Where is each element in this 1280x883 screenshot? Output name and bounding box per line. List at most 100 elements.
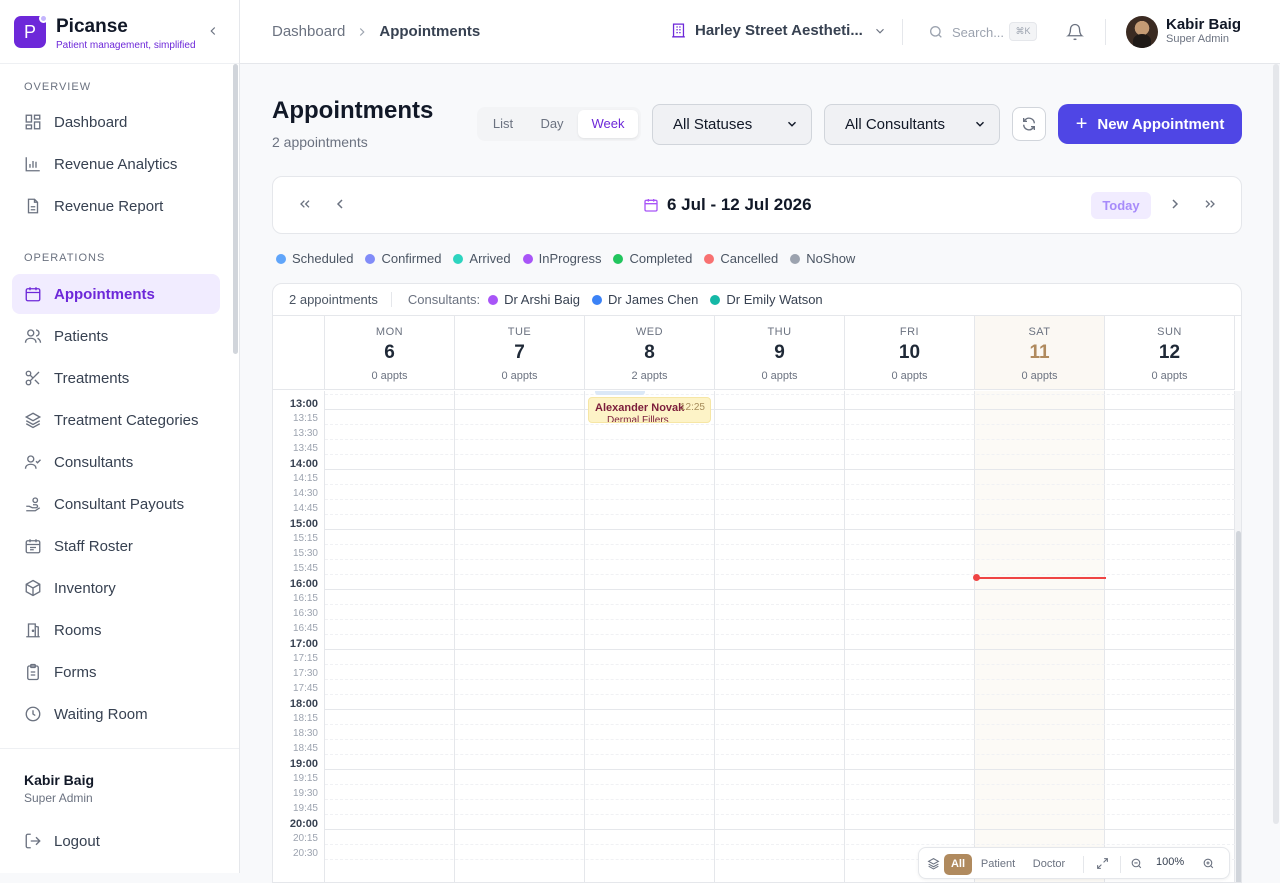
day-header-thu[interactable]: THU 9 0 appts: [715, 316, 845, 390]
new-appointment-button[interactable]: + New Appointment: [1058, 104, 1242, 144]
legend-label: Scheduled: [292, 251, 354, 266]
breadcrumb-dashboard[interactable]: Dashboard: [272, 23, 345, 40]
logout-label: Logout: [54, 832, 100, 850]
chevron-down-icon: [785, 117, 799, 131]
filter-all-pill[interactable]: All: [944, 854, 972, 875]
clipboard-icon: [27, 663, 39, 681]
day-header-wed[interactable]: WED 8 2 appts: [585, 316, 715, 390]
sidebar-item-inventory[interactable]: Inventory: [12, 568, 220, 608]
logout-button[interactable]: Logout: [12, 821, 220, 861]
view-week-tab[interactable]: Week: [578, 110, 638, 138]
consultant-filter-select[interactable]: All Consultants: [824, 104, 1000, 145]
time-label: 13:00: [289, 398, 318, 410]
time-grid[interactable]: 12:3012:4513:0013:1513:3013:4514:0014:15…: [273, 391, 1235, 882]
double-chevron-left-icon[interactable]: [297, 196, 313, 212]
zoom-out-icon[interactable]: [1130, 857, 1143, 870]
bar-chart-icon: [25, 157, 40, 172]
legend-dot: [522, 253, 533, 264]
day-column[interactable]: [1105, 391, 1235, 882]
day-header-mon[interactable]: MON 6 0 appts: [325, 316, 455, 390]
day-column[interactable]: [585, 391, 715, 882]
view-day-tab[interactable]: Day: [529, 110, 575, 138]
consultant-filter-value: All Consultants: [845, 116, 946, 133]
clinic-selector[interactable]: Harley Street Aestheti...: [670, 22, 887, 39]
expand-icon[interactable]: [1096, 857, 1109, 870]
sidebar-scrollbar[interactable]: [233, 64, 238, 354]
day-header-tue[interactable]: TUE 7 0 appts: [455, 316, 585, 390]
day-column[interactable]: [455, 391, 585, 882]
day-column[interactable]: [845, 391, 975, 882]
zoom-in-icon[interactable]: [1202, 857, 1215, 870]
avatar[interactable]: [1126, 16, 1158, 48]
sidebar-item-patients[interactable]: Patients: [12, 316, 220, 356]
sidebar-item-appointments[interactable]: Appointments: [12, 274, 220, 314]
time-label: 17:30: [292, 668, 318, 679]
chevron-right-icon[interactable]: [1167, 196, 1183, 212]
sidebar-item-waiting-room[interactable]: Waiting Room: [12, 694, 220, 734]
collapse-sidebar-icon[interactable]: [206, 24, 220, 38]
grid-line: [325, 589, 1235, 590]
week-range-label: 6 Jul - 12 Jul 2026: [667, 195, 812, 214]
calendar-scrollbar-thumb[interactable]: [1236, 531, 1241, 882]
divider: [1120, 856, 1121, 873]
search-input[interactable]: Search... ⌘K: [928, 21, 1038, 43]
calendar-scrollbar[interactable]: [1235, 391, 1241, 882]
bell-icon[interactable]: [1066, 23, 1084, 41]
filter-doctor-pill[interactable]: Doctor: [1025, 854, 1073, 875]
appointment-treatment: Dermal Fillers: [607, 415, 669, 423]
profile-name[interactable]: Kabir Baig: [1166, 16, 1241, 33]
day-header-fri[interactable]: FRI 10 0 appts: [845, 316, 975, 390]
consultant-chip[interactable]: Dr Emily Watson: [710, 292, 823, 307]
sidebar-item-consultant-payouts[interactable]: Consultant Payouts: [12, 484, 220, 524]
day-column[interactable]: [975, 391, 1105, 882]
time-label: 16:30: [292, 608, 318, 619]
consultant-dot: [488, 294, 499, 305]
today-button[interactable]: Today: [1091, 192, 1151, 219]
sidebar-item-rooms[interactable]: Rooms: [12, 610, 220, 650]
sidebar-item-label: Waiting Room: [54, 705, 148, 723]
calendar-clock-icon: [25, 539, 41, 554]
consultant-dot: [710, 294, 721, 305]
sidebar-item-forms[interactable]: Forms: [12, 652, 220, 692]
legend-item: Arrived: [453, 251, 511, 266]
day-header-sat[interactable]: SAT 11 0 appts: [975, 316, 1105, 390]
filter-patient-pill[interactable]: Patient: [976, 854, 1020, 875]
chevron-left-icon[interactable]: [332, 196, 348, 212]
sidebar-item-treatments[interactable]: Treatments: [12, 358, 220, 398]
grid-line: [325, 514, 1235, 515]
grid-line: [325, 649, 1235, 650]
sidebar-item-revenue-analytics[interactable]: Revenue Analytics: [12, 144, 220, 184]
consultant-chip[interactable]: Dr James Chen: [592, 292, 698, 307]
appointment-card[interactable]: Alexander Novak 12:25 Dermal Fillers: [588, 397, 711, 423]
day-date: 12: [1158, 342, 1181, 363]
legend-item: Scheduled: [276, 251, 353, 266]
time-label: 19:45: [292, 803, 318, 814]
page-scrollbar[interactable]: [1273, 64, 1279, 824]
appointment-count: 2 appointments: [289, 292, 392, 307]
day-column[interactable]: [715, 391, 845, 882]
sidebar-item-dashboard[interactable]: Dashboard: [12, 102, 220, 142]
time-label: 14:15: [292, 473, 318, 484]
new-appointment-label: New Appointment: [1097, 115, 1225, 133]
double-chevron-right-icon[interactable]: [1202, 196, 1218, 212]
grid-line: [325, 544, 1235, 545]
appointment-patient: Alexander Novak: [595, 402, 685, 414]
sidebar-item-staff-roster[interactable]: Staff Roster: [12, 526, 220, 566]
legend-item: Cancelled: [704, 251, 778, 266]
view-list-tab[interactable]: List: [483, 110, 523, 138]
consultant-chip[interactable]: Dr Arshi Baig: [488, 292, 580, 307]
chevron-down-icon: [873, 24, 887, 38]
day-column[interactable]: [325, 391, 455, 882]
day-header-sun[interactable]: SUN 12 0 appts: [1105, 316, 1235, 390]
box-icon: [25, 579, 41, 597]
status-filter-select[interactable]: All Statuses: [652, 104, 812, 145]
appointment-card[interactable]: [595, 391, 645, 395]
sidebar-item-label: Staff Roster: [54, 537, 133, 555]
sidebar-item-revenue-report[interactable]: Revenue Report: [12, 186, 220, 226]
sidebar-item-treatment-categories[interactable]: Treatment Categories: [12, 400, 220, 440]
topbar: Dashboard Appointments Harley Street Aes…: [240, 0, 1280, 64]
refresh-button[interactable]: [1012, 107, 1046, 141]
time-label: 14:00: [289, 458, 318, 470]
sidebar-item-consultants[interactable]: Consultants: [12, 442, 220, 482]
time-label: 12:45: [293, 391, 318, 394]
